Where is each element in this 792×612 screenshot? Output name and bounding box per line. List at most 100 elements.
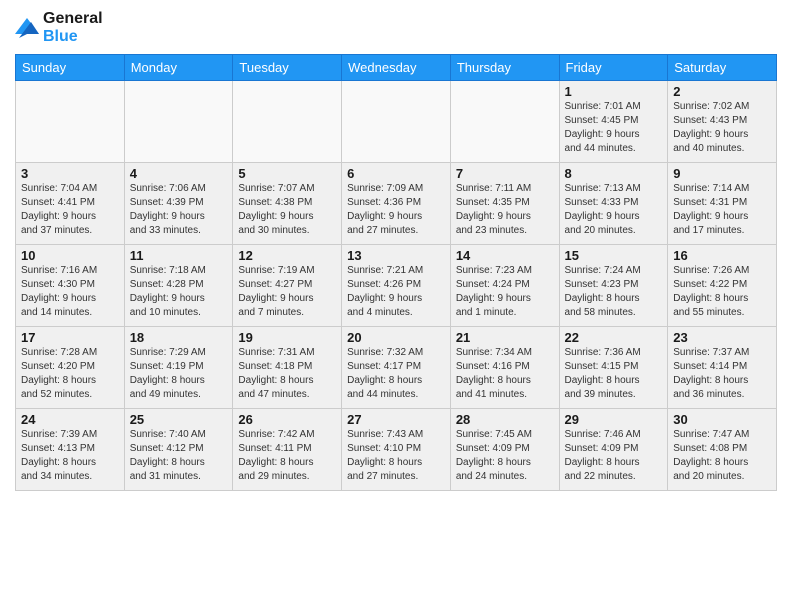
weekday-header-saturday: Saturday [668, 55, 777, 81]
calendar-cell: 22Sunrise: 7:36 AM Sunset: 4:15 PM Dayli… [559, 327, 668, 409]
day-number: 4 [130, 166, 228, 181]
day-info: Sunrise: 7:43 AM Sunset: 4:10 PM Dayligh… [347, 428, 445, 484]
day-number: 12 [238, 248, 336, 263]
calendar-cell: 28Sunrise: 7:45 AM Sunset: 4:09 PM Dayli… [450, 409, 559, 491]
calendar-cell: 2Sunrise: 7:02 AM Sunset: 4:43 PM Daylig… [668, 81, 777, 163]
day-info: Sunrise: 7:24 AM Sunset: 4:23 PM Dayligh… [565, 264, 663, 320]
calendar-cell: 4Sunrise: 7:06 AM Sunset: 4:39 PM Daylig… [124, 163, 233, 245]
calendar-week-1: 3Sunrise: 7:04 AM Sunset: 4:41 PM Daylig… [16, 163, 777, 245]
day-info: Sunrise: 7:45 AM Sunset: 4:09 PM Dayligh… [456, 428, 554, 484]
day-info: Sunrise: 7:14 AM Sunset: 4:31 PM Dayligh… [673, 182, 771, 238]
day-info: Sunrise: 7:40 AM Sunset: 4:12 PM Dayligh… [130, 428, 228, 484]
calendar-cell: 9Sunrise: 7:14 AM Sunset: 4:31 PM Daylig… [668, 163, 777, 245]
day-number: 29 [565, 412, 663, 427]
calendar-cell: 1Sunrise: 7:01 AM Sunset: 4:45 PM Daylig… [559, 81, 668, 163]
day-number: 13 [347, 248, 445, 263]
calendar-cell: 3Sunrise: 7:04 AM Sunset: 4:41 PM Daylig… [16, 163, 125, 245]
weekday-header-wednesday: Wednesday [342, 55, 451, 81]
weekday-header-friday: Friday [559, 55, 668, 81]
day-number: 22 [565, 330, 663, 345]
day-info: Sunrise: 7:42 AM Sunset: 4:11 PM Dayligh… [238, 428, 336, 484]
day-number: 26 [238, 412, 336, 427]
day-info: Sunrise: 7:06 AM Sunset: 4:39 PM Dayligh… [130, 182, 228, 238]
day-info: Sunrise: 7:16 AM Sunset: 4:30 PM Dayligh… [21, 264, 119, 320]
calendar-cell [16, 81, 125, 163]
logo-icon [15, 18, 39, 38]
day-number: 7 [456, 166, 554, 181]
calendar-cell: 18Sunrise: 7:29 AM Sunset: 4:19 PM Dayli… [124, 327, 233, 409]
day-number: 2 [673, 84, 771, 99]
calendar-cell: 10Sunrise: 7:16 AM Sunset: 4:30 PM Dayli… [16, 245, 125, 327]
calendar-cell: 16Sunrise: 7:26 AM Sunset: 4:22 PM Dayli… [668, 245, 777, 327]
day-number: 18 [130, 330, 228, 345]
calendar-cell: 21Sunrise: 7:34 AM Sunset: 4:16 PM Dayli… [450, 327, 559, 409]
calendar-cell: 6Sunrise: 7:09 AM Sunset: 4:36 PM Daylig… [342, 163, 451, 245]
day-info: Sunrise: 7:09 AM Sunset: 4:36 PM Dayligh… [347, 182, 445, 238]
day-info: Sunrise: 7:04 AM Sunset: 4:41 PM Dayligh… [21, 182, 119, 238]
day-info: Sunrise: 7:47 AM Sunset: 4:08 PM Dayligh… [673, 428, 771, 484]
calendar-cell: 11Sunrise: 7:18 AM Sunset: 4:28 PM Dayli… [124, 245, 233, 327]
calendar-cell: 29Sunrise: 7:46 AM Sunset: 4:09 PM Dayli… [559, 409, 668, 491]
day-number: 23 [673, 330, 771, 345]
calendar-week-0: 1Sunrise: 7:01 AM Sunset: 4:45 PM Daylig… [16, 81, 777, 163]
day-info: Sunrise: 7:37 AM Sunset: 4:14 PM Dayligh… [673, 346, 771, 402]
weekday-header-thursday: Thursday [450, 55, 559, 81]
calendar-cell [342, 81, 451, 163]
calendar-cell: 30Sunrise: 7:47 AM Sunset: 4:08 PM Dayli… [668, 409, 777, 491]
day-info: Sunrise: 7:13 AM Sunset: 4:33 PM Dayligh… [565, 182, 663, 238]
day-number: 6 [347, 166, 445, 181]
day-info: Sunrise: 7:18 AM Sunset: 4:28 PM Dayligh… [130, 264, 228, 320]
day-info: Sunrise: 7:32 AM Sunset: 4:17 PM Dayligh… [347, 346, 445, 402]
day-info: Sunrise: 7:21 AM Sunset: 4:26 PM Dayligh… [347, 264, 445, 320]
weekday-header-row: SundayMondayTuesdayWednesdayThursdayFrid… [16, 55, 777, 81]
calendar-cell: 23Sunrise: 7:37 AM Sunset: 4:14 PM Dayli… [668, 327, 777, 409]
calendar-cell: 13Sunrise: 7:21 AM Sunset: 4:26 PM Dayli… [342, 245, 451, 327]
calendar-cell: 26Sunrise: 7:42 AM Sunset: 4:11 PM Dayli… [233, 409, 342, 491]
calendar-cell: 8Sunrise: 7:13 AM Sunset: 4:33 PM Daylig… [559, 163, 668, 245]
calendar-week-4: 24Sunrise: 7:39 AM Sunset: 4:13 PM Dayli… [16, 409, 777, 491]
day-info: Sunrise: 7:29 AM Sunset: 4:19 PM Dayligh… [130, 346, 228, 402]
day-info: Sunrise: 7:11 AM Sunset: 4:35 PM Dayligh… [456, 182, 554, 238]
day-info: Sunrise: 7:23 AM Sunset: 4:24 PM Dayligh… [456, 264, 554, 320]
day-number: 14 [456, 248, 554, 263]
day-info: Sunrise: 7:39 AM Sunset: 4:13 PM Dayligh… [21, 428, 119, 484]
page-header: General Blue [15, 10, 777, 46]
day-number: 1 [565, 84, 663, 99]
day-number: 17 [21, 330, 119, 345]
day-number: 8 [565, 166, 663, 181]
day-info: Sunrise: 7:07 AM Sunset: 4:38 PM Dayligh… [238, 182, 336, 238]
calendar-week-3: 17Sunrise: 7:28 AM Sunset: 4:20 PM Dayli… [16, 327, 777, 409]
day-number: 27 [347, 412, 445, 427]
day-info: Sunrise: 7:01 AM Sunset: 4:45 PM Dayligh… [565, 100, 663, 156]
calendar-cell [233, 81, 342, 163]
weekday-header-sunday: Sunday [16, 55, 125, 81]
day-number: 24 [21, 412, 119, 427]
day-number: 9 [673, 166, 771, 181]
day-info: Sunrise: 7:46 AM Sunset: 4:09 PM Dayligh… [565, 428, 663, 484]
day-info: Sunrise: 7:34 AM Sunset: 4:16 PM Dayligh… [456, 346, 554, 402]
day-info: Sunrise: 7:26 AM Sunset: 4:22 PM Dayligh… [673, 264, 771, 320]
page-container: General Blue SundayMondayTuesdayWednesda… [0, 0, 792, 501]
day-number: 28 [456, 412, 554, 427]
day-number: 19 [238, 330, 336, 345]
day-number: 3 [21, 166, 119, 181]
day-number: 16 [673, 248, 771, 263]
calendar-cell: 25Sunrise: 7:40 AM Sunset: 4:12 PM Dayli… [124, 409, 233, 491]
calendar-cell: 24Sunrise: 7:39 AM Sunset: 4:13 PM Dayli… [16, 409, 125, 491]
calendar-week-2: 10Sunrise: 7:16 AM Sunset: 4:30 PM Dayli… [16, 245, 777, 327]
calendar-cell: 5Sunrise: 7:07 AM Sunset: 4:38 PM Daylig… [233, 163, 342, 245]
calendar-cell: 27Sunrise: 7:43 AM Sunset: 4:10 PM Dayli… [342, 409, 451, 491]
calendar-cell: 15Sunrise: 7:24 AM Sunset: 4:23 PM Dayli… [559, 245, 668, 327]
day-info: Sunrise: 7:31 AM Sunset: 4:18 PM Dayligh… [238, 346, 336, 402]
calendar-cell: 20Sunrise: 7:32 AM Sunset: 4:17 PM Dayli… [342, 327, 451, 409]
calendar-cell [450, 81, 559, 163]
calendar-cell [124, 81, 233, 163]
day-info: Sunrise: 7:02 AM Sunset: 4:43 PM Dayligh… [673, 100, 771, 156]
calendar-cell: 17Sunrise: 7:28 AM Sunset: 4:20 PM Dayli… [16, 327, 125, 409]
day-number: 21 [456, 330, 554, 345]
weekday-header-monday: Monday [124, 55, 233, 81]
day-info: Sunrise: 7:28 AM Sunset: 4:20 PM Dayligh… [21, 346, 119, 402]
calendar-table: SundayMondayTuesdayWednesdayThursdayFrid… [15, 54, 777, 491]
day-number: 11 [130, 248, 228, 263]
day-number: 30 [673, 412, 771, 427]
